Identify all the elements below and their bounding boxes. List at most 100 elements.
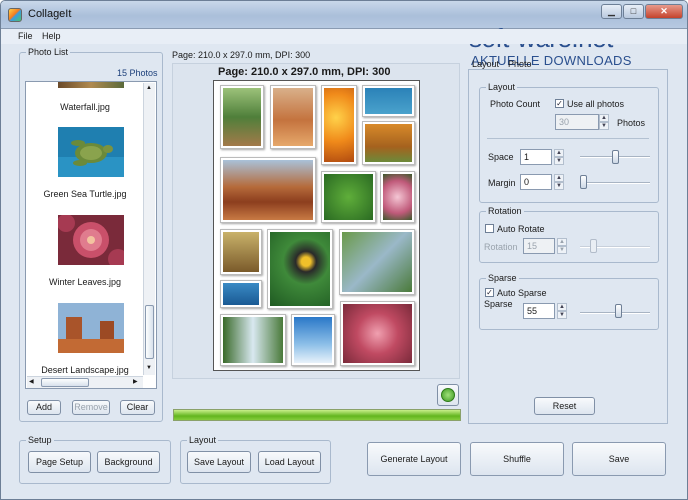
collage-photo-orchid[interactable]	[380, 171, 415, 223]
photo-list-vscroll[interactable]: ▲ ▼	[143, 83, 155, 375]
space-spinner[interactable]: ▲ ▼	[554, 149, 564, 165]
rotation-group: Rotation	[479, 206, 659, 263]
list-item-label[interactable]: Green Sea Turtle.jpg	[26, 189, 144, 199]
collage-photo-waterfall[interactable]	[220, 314, 286, 366]
remove-button[interactable]: Remove	[72, 400, 110, 415]
auto-rotate-label[interactable]: Auto Rotate	[497, 224, 545, 234]
photo-list-title: Photo List	[26, 47, 71, 57]
spin-up-icon[interactable]: ▲	[554, 174, 564, 182]
close-button[interactable]: ✕	[645, 4, 683, 19]
spin-down-icon[interactable]: ▼	[554, 157, 564, 165]
save-layout-button[interactable]: Save Layout	[187, 451, 251, 473]
load-layout-button[interactable]: Load Layout	[258, 451, 321, 473]
page-setup-button[interactable]: Page Setup	[28, 451, 91, 473]
collage-photo-leaves[interactable]	[340, 301, 415, 366]
spin-up-icon[interactable]: ▲	[557, 238, 567, 246]
generate-layout-button[interactable]: Generate Layout	[367, 442, 461, 476]
rotation-spinner[interactable]: ▲ ▼	[557, 238, 567, 254]
photo-list-hscroll[interactable]: ◀ ▶	[27, 376, 143, 388]
photo-count-input[interactable]: 30	[555, 114, 599, 130]
list-item-label[interactable]: Waterfall.jpg	[26, 102, 144, 112]
use-all-photos-label[interactable]: Use all photos	[567, 99, 624, 109]
rotation-title: Rotation	[486, 206, 524, 216]
collage-photo-plants[interactable]	[321, 171, 376, 223]
collage-photo-whale[interactable]	[220, 280, 262, 308]
setup-title: Setup	[26, 435, 54, 445]
photo-thumb-desert[interactable]	[58, 303, 124, 353]
clear-button[interactable]: Clear	[120, 400, 155, 415]
margin-slider-thumb[interactable]	[580, 175, 587, 189]
collage-photo-stream[interactable]	[339, 229, 415, 295]
collage-photo-forest[interactable]	[220, 85, 264, 149]
margin-input[interactable]: 0	[520, 174, 552, 190]
app-logo-icon	[8, 8, 22, 22]
zoom-icon	[441, 388, 455, 402]
photo-thumb-leaves[interactable]	[58, 215, 124, 265]
zoom-fit-button[interactable]	[437, 384, 459, 406]
use-all-photos-checkbox[interactable]: ✓	[555, 99, 564, 108]
scroll-left-icon[interactable]: ◀	[29, 378, 34, 385]
collage-photo-autumn[interactable]	[362, 121, 415, 165]
hscroll-thumb[interactable]	[41, 378, 89, 387]
collage-photo-turtle[interactable]	[362, 85, 415, 117]
space-input[interactable]: 1	[520, 149, 552, 165]
app-window: CollageIt ▁ □ ✕ soft-ware.net AKTUELLE D…	[0, 0, 688, 500]
tab-layout[interactable]: Layout	[472, 59, 499, 69]
minimize-button[interactable]: ▁	[601, 4, 622, 19]
save-button[interactable]: Save	[572, 442, 666, 476]
collage-photo-mountain[interactable]	[291, 314, 335, 366]
auto-rotate-checkbox[interactable]	[485, 224, 494, 233]
layout-divider	[487, 138, 649, 139]
add-button[interactable]: Add	[27, 400, 61, 415]
spin-up-icon[interactable]: ▲	[599, 114, 609, 122]
photo-count-text: 15 Photos	[117, 68, 158, 78]
margin-slider-track[interactable]	[580, 182, 650, 184]
collage-photo-toucan[interactable]	[267, 229, 333, 309]
collage-photo-tree[interactable]	[220, 229, 262, 275]
progress-bar	[173, 409, 461, 421]
scroll-up-icon[interactable]: ▲	[146, 85, 152, 91]
collage-page[interactable]	[213, 80, 420, 371]
spin-up-icon[interactable]: ▲	[557, 303, 567, 311]
spin-up-icon[interactable]: ▲	[554, 149, 564, 157]
collage-photo-flowers[interactable]	[321, 85, 357, 165]
page-info-large: Page: 210.0 x 297.0 mm, DPI: 300	[218, 66, 391, 78]
tab-photo[interactable]: Photo	[508, 59, 532, 69]
list-item-label[interactable]: Winter Leaves.jpg	[26, 277, 144, 287]
spin-down-icon[interactable]: ▼	[599, 122, 609, 130]
sparse-input[interactable]: 55	[523, 303, 555, 319]
scroll-right-icon[interactable]: ▶	[133, 378, 138, 385]
reset-button[interactable]: Reset	[534, 397, 595, 415]
layout-settings-title: Layout	[486, 82, 518, 92]
menu-file[interactable]: File	[18, 31, 33, 41]
photo-count-label: Photo Count	[490, 99, 541, 109]
rotation-slider-thumb[interactable]	[590, 239, 597, 253]
space-slider-thumb[interactable]	[612, 150, 619, 164]
scroll-down-icon[interactable]: ▼	[146, 365, 152, 371]
spin-down-icon[interactable]: ▼	[554, 182, 564, 190]
vscroll-thumb[interactable]	[145, 305, 154, 359]
sparse-spinner[interactable]: ▲ ▼	[557, 303, 567, 319]
auto-sparse-label[interactable]: Auto Sparse	[497, 288, 547, 298]
shuffle-button[interactable]: Shuffle	[470, 442, 564, 476]
collage-photo-desert[interactable]	[220, 157, 316, 223]
spin-down-icon[interactable]: ▼	[557, 246, 567, 254]
photo-thumb-turtle[interactable]	[58, 127, 124, 177]
photo-list[interactable]: Waterfall.jpg Green Sea Turtle.jpg Winte…	[25, 81, 157, 389]
sparse-slider-thumb[interactable]	[615, 304, 622, 318]
collage-photo-dunes[interactable]	[270, 85, 316, 149]
rotation-label: Rotation	[484, 242, 518, 252]
list-item-label[interactable]: Desert Landscape.jpg	[26, 365, 144, 375]
sparse-title: Sparse	[486, 273, 519, 283]
photo-count-spinner[interactable]: ▲ ▼	[599, 114, 609, 130]
background-button[interactable]: Background	[97, 451, 160, 473]
page-info-small: Page: 210.0 x 297.0 mm, DPI: 300	[172, 50, 311, 60]
auto-sparse-checkbox[interactable]: ✓	[485, 288, 494, 297]
spin-down-icon[interactable]: ▼	[557, 311, 567, 319]
rotation-input[interactable]: 15	[523, 238, 555, 254]
maximize-button[interactable]: □	[623, 4, 644, 19]
margin-label: Margin	[488, 178, 516, 188]
margin-spinner[interactable]: ▲ ▼	[554, 174, 564, 190]
photo-thumb-partial[interactable]	[58, 82, 124, 88]
menu-help[interactable]: Help	[42, 31, 61, 41]
